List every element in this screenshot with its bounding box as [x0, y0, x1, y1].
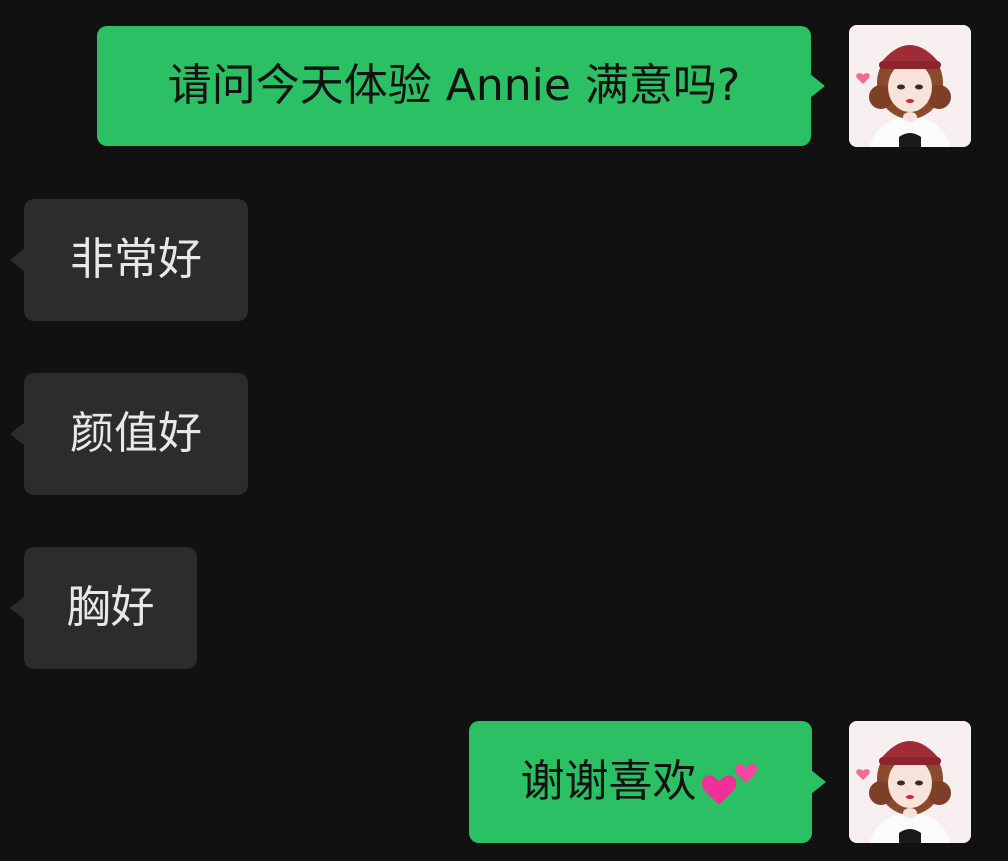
received-message-bubble[interactable]: 胸好	[10, 547, 197, 669]
two-hearts-icon	[701, 763, 757, 805]
girl-avatar-icon	[849, 721, 971, 843]
message-text: 谢谢喜欢	[520, 756, 697, 807]
user-avatar[interactable]	[849, 25, 971, 147]
received-message-bubble[interactable]: 非常好	[10, 199, 248, 321]
girl-avatar-icon	[849, 25, 971, 147]
message-text: 非常好	[70, 234, 202, 285]
sent-message-bubble[interactable]: 谢谢喜欢	[469, 721, 826, 843]
message-text: 颜值好	[70, 408, 202, 459]
message-text: 胸好	[66, 582, 155, 633]
received-message-bubble[interactable]: 颜值好	[10, 373, 248, 495]
message-text: 请问今天体验 Annie 满意吗?	[167, 60, 741, 111]
sent-message-bubble[interactable]: 请问今天体验 Annie 满意吗?	[97, 26, 825, 146]
user-avatar[interactable]	[849, 721, 971, 843]
